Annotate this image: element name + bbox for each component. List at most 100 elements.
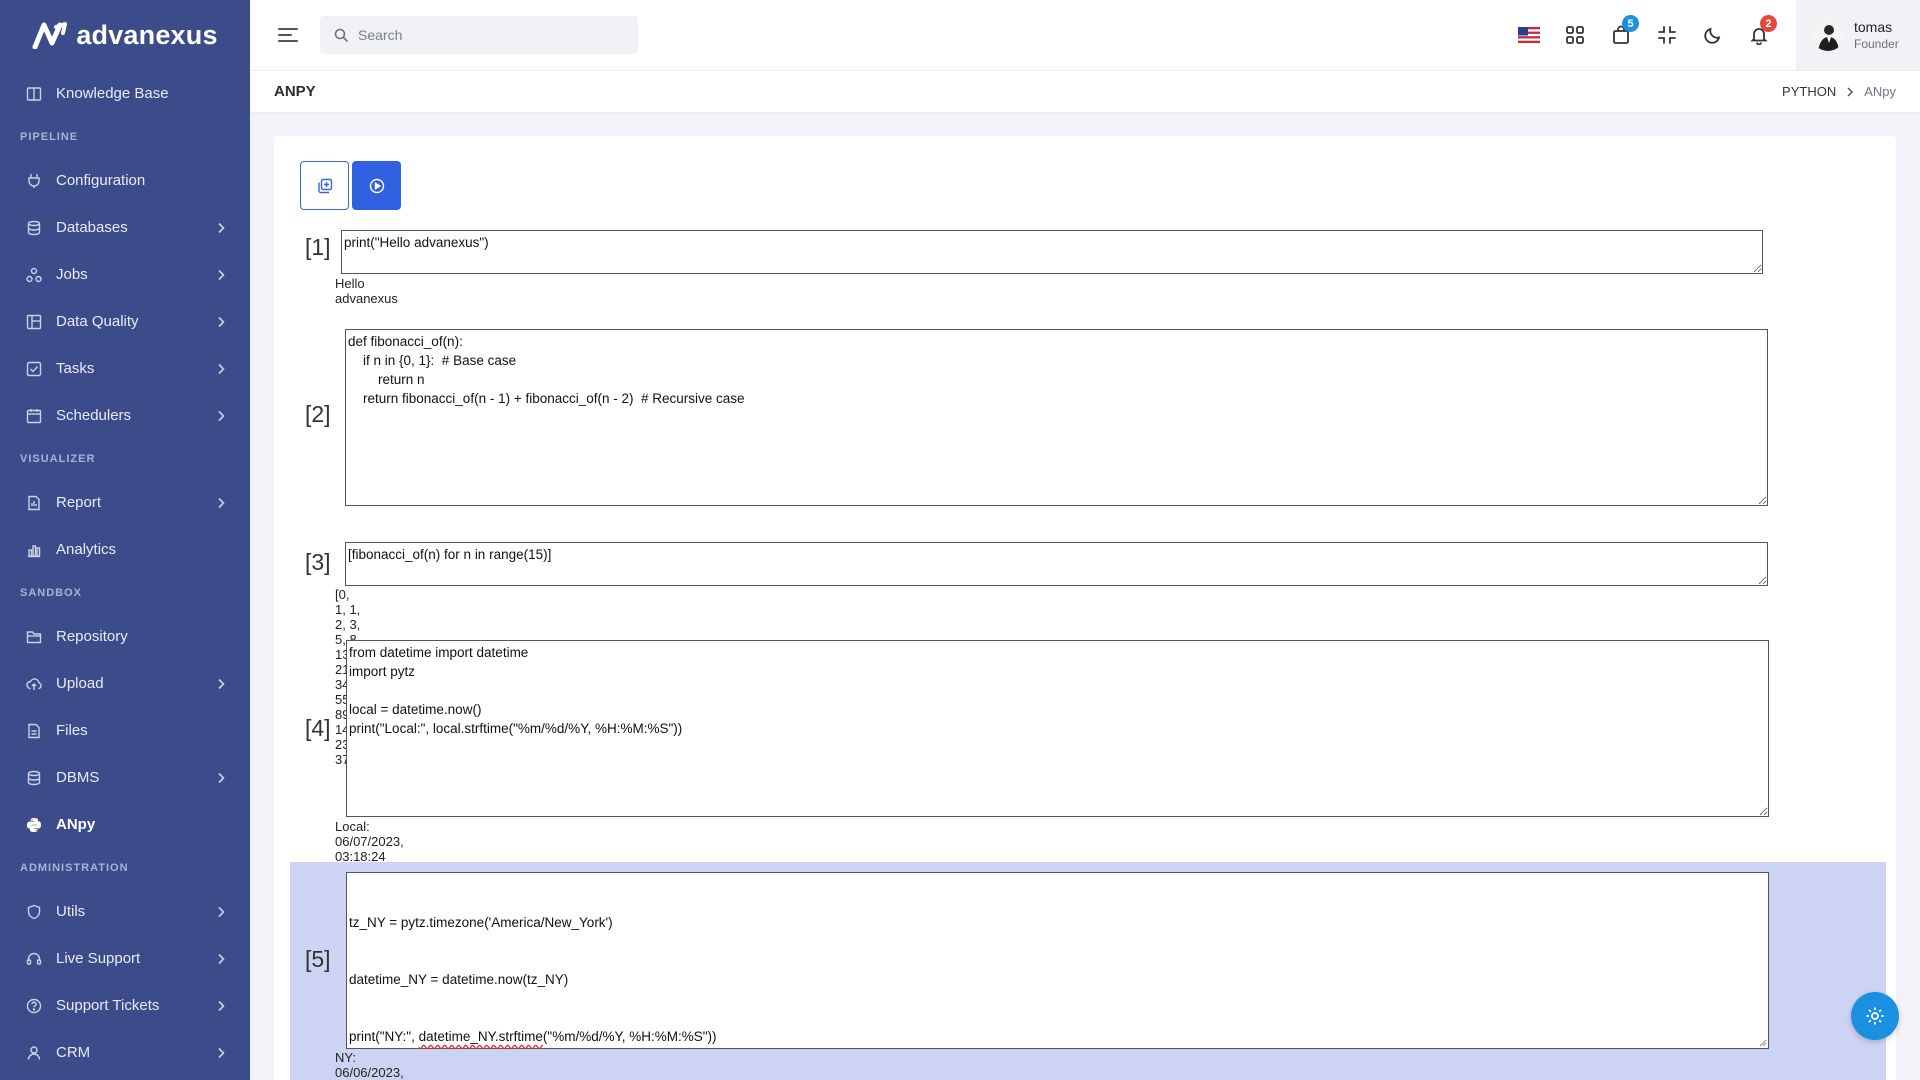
avatar xyxy=(1812,19,1844,51)
search-box[interactable] xyxy=(320,16,638,54)
code-input[interactable] xyxy=(345,329,1768,506)
database-icon xyxy=(24,768,44,788)
sidebar-item-report[interactable]: Report xyxy=(0,479,250,526)
chevron-right-icon xyxy=(214,268,228,282)
play-circle-icon xyxy=(369,178,384,193)
plug-icon xyxy=(24,171,44,191)
sidebar-item-databases[interactable]: Databases xyxy=(0,204,250,251)
sidebar-item-label: DBMS xyxy=(56,769,100,786)
sidebar-item-tasks[interactable]: Tasks xyxy=(0,345,250,392)
sidebar-item-label: Schedulers xyxy=(56,407,132,424)
code-input[interactable] xyxy=(345,542,1768,586)
sidebar-section-visualizer: VISUALIZER xyxy=(20,453,96,465)
header-actions: 5 2 tomas Founder xyxy=(1506,0,1920,70)
jobs-icon xyxy=(24,265,44,285)
cell-number: [5] xyxy=(305,946,331,972)
sidebar-item-utils[interactable]: Utils xyxy=(0,888,250,935)
code-input[interactable] xyxy=(346,640,1769,817)
breadcrumb-current: ANpy xyxy=(1864,84,1896,99)
logo-icon xyxy=(32,22,68,49)
collapse-fullscreen-icon[interactable] xyxy=(1644,12,1690,58)
breadcrumb-python[interactable]: PYTHON xyxy=(1782,84,1836,99)
user-name: tomas xyxy=(1854,19,1893,35)
sidebar: advanexus Knowledge Base PIPELINE Configur… xyxy=(0,0,250,1080)
sidebar-item-configuration[interactable]: Configuration xyxy=(0,157,250,204)
chevron-right-icon xyxy=(214,952,228,966)
sidebar-item-label: CRM xyxy=(56,1044,91,1061)
sidebar-item-live-support[interactable]: Live Support xyxy=(0,935,250,982)
sidebar-item-label: Tasks xyxy=(56,360,95,377)
dark-mode-moon-icon[interactable] xyxy=(1690,12,1736,58)
sidebar-item-data-quality[interactable]: Data Quality xyxy=(0,298,250,345)
language-flag-icon[interactable] xyxy=(1506,12,1552,58)
chevron-right-icon xyxy=(214,221,228,235)
notification-badge: 2 xyxy=(1760,15,1777,32)
chevron-right-icon xyxy=(214,677,228,691)
cell-number: [2] xyxy=(305,401,331,427)
menu-toggle-icon[interactable] xyxy=(278,24,300,46)
code-fragment: ("%m/%d/%Y, %H:%M:%S")) xyxy=(542,1029,717,1044)
code-line: print("NY:", datetime_NY.strftime("%m/%d… xyxy=(349,1027,1766,1046)
sidebar-item-label: Analytics xyxy=(56,541,117,558)
sidebar-item-anpy[interactable]: ANpy xyxy=(0,801,250,848)
cell-number: [1] xyxy=(305,234,331,260)
sidebar-item-label: Support Tickets xyxy=(56,997,160,1014)
top-header: 5 2 tomas Founder xyxy=(250,0,1920,70)
sidebar-section-sandbox: SANDBOX xyxy=(20,587,83,599)
sidebar-item-label: Data Quality xyxy=(56,313,139,330)
sidebar-item-label: Jobs xyxy=(56,266,88,283)
sidebar-item-support-tickets[interactable]: Support Tickets xyxy=(0,982,250,1029)
sidebar-item-knowledge-base[interactable]: Knowledge Base xyxy=(0,70,250,117)
sidebar-item-files[interactable]: Files xyxy=(0,707,250,754)
sidebar-item-label: Upload xyxy=(56,675,104,692)
sidebar-item-label: Files xyxy=(56,722,88,739)
chevron-right-icon xyxy=(214,1046,228,1060)
sidebar-section-administration: ADMINISTRATION xyxy=(20,862,129,874)
resize-handle-icon[interactable] xyxy=(1759,1039,1767,1047)
notebook-toolbar xyxy=(300,161,401,210)
notebook-card: [1] Hello advanexus [2] [3] [0, 1, 1, 2,… xyxy=(274,136,1896,1080)
shopping-bag-icon[interactable]: 5 xyxy=(1598,12,1644,58)
cell-output: NY: 06/06/2023, 21:18:29 xyxy=(335,1050,404,1080)
chevron-right-icon xyxy=(214,496,228,510)
code-line: datetime_NY = datetime.now(tz_NY) xyxy=(349,972,569,987)
page-title: ANPY xyxy=(274,83,316,100)
chevron-right-icon xyxy=(214,409,228,423)
run-button[interactable] xyxy=(352,161,401,210)
sidebar-item-schedulers[interactable]: Schedulers xyxy=(0,392,250,439)
cell-output: Hello advanexus xyxy=(335,276,398,306)
sidebar-section-pipeline: PIPELINE xyxy=(20,131,79,143)
settings-fab-button[interactable] xyxy=(1851,992,1899,1040)
checkbox-icon xyxy=(24,359,44,379)
add-cell-button[interactable] xyxy=(300,161,349,210)
book-icon xyxy=(24,84,44,104)
brand-logo[interactable]: advanexus xyxy=(0,0,250,70)
breadcrumb: PYTHON ANpy xyxy=(1782,84,1896,99)
sidebar-item-jobs[interactable]: Jobs xyxy=(0,251,250,298)
headset-icon xyxy=(24,949,44,969)
apps-grid-icon[interactable] xyxy=(1552,12,1598,58)
notification-bell-icon[interactable]: 2 xyxy=(1736,12,1782,58)
sidebar-item-dbms[interactable]: DBMS xyxy=(0,754,250,801)
sidebar-item-repository[interactable]: Repository xyxy=(0,613,250,660)
brand-name: advanexus xyxy=(76,19,218,50)
sidebar-nav: Knowledge Base PIPELINE Configuration Datab… xyxy=(0,70,250,1076)
code-input[interactable] xyxy=(341,230,1763,274)
cloud-upload-icon xyxy=(24,674,44,694)
sidebar-item-label: Configuration xyxy=(56,172,146,189)
sidebar-item-crm[interactable]: CRM xyxy=(0,1029,250,1076)
chevron-right-icon xyxy=(214,999,228,1013)
sidebar-item-label: Repository xyxy=(56,628,128,645)
user-menu[interactable]: tomas Founder xyxy=(1796,0,1920,70)
folder-icon xyxy=(24,627,44,647)
search-input[interactable] xyxy=(358,27,618,43)
bar-chart-icon xyxy=(24,540,44,560)
sidebar-item-upload[interactable]: Upload xyxy=(0,660,250,707)
report-icon xyxy=(24,493,44,513)
chevron-right-icon xyxy=(214,315,228,329)
code-input[interactable]: tz_NY = pytz.timezone('America/New_York'… xyxy=(346,872,1769,1049)
sidebar-item-label: Knowledge Base xyxy=(56,85,169,102)
python-icon xyxy=(24,815,44,835)
sidebar-item-analytics[interactable]: Analytics xyxy=(0,526,250,573)
user-role: Founder xyxy=(1854,37,1899,51)
